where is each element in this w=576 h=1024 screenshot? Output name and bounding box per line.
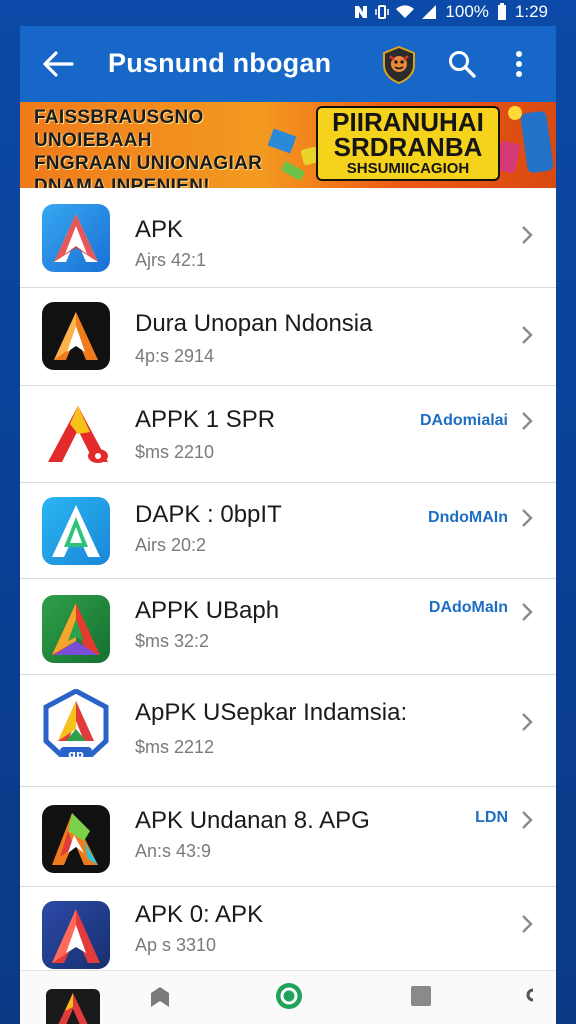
app-meta: $ms 2212 [135, 737, 215, 757]
app-name: DAPK : 0bpIT [135, 501, 282, 528]
apk-dark-orange-icon [42, 302, 110, 370]
clock: 1:29 [514, 2, 548, 21]
banner-deco-shape [495, 140, 521, 174]
list-item[interactable]: APPK UBaph $ms 32:2 DAdoMaIn [20, 579, 556, 675]
banner-deco-shape [508, 106, 522, 120]
list-item[interactable]: APK Undanan 8. APG An:s 43:9 LDN [20, 787, 556, 887]
search-icon[interactable] [448, 50, 476, 78]
page-title: Pusnund nbogan [108, 48, 332, 78]
chevron-right-icon [522, 326, 533, 344]
app-name: ApPK USepkar Indamsia: [135, 699, 408, 726]
bookmark-icon[interactable] [148, 985, 172, 1009]
apk-green-icon [42, 595, 110, 663]
app-bar: Pusnund nbogan [20, 26, 556, 102]
battery-icon [497, 3, 506, 20]
chevron-right-icon [522, 603, 533, 621]
battery-text: 100% [445, 2, 489, 21]
apk-cyan-green-icon [42, 497, 110, 565]
list-item[interactable]: ɑp ApPK USepkar Indamsia: $ms 2212 [20, 675, 556, 787]
app-name: APPK UBaph [135, 597, 280, 624]
banner-line: DNAMA INPENIEN! [34, 176, 210, 188]
list-item[interactable]: APPK 1 SPR $ms 2210 DAdomialai [20, 386, 556, 483]
status-bar: 100% 1:29 [0, 0, 576, 24]
app-icon[interactable] [46, 989, 100, 1024]
app-meta: Ap s 3310 [135, 935, 217, 955]
vibrate-icon [375, 5, 390, 19]
home-circle-icon[interactable] [274, 981, 304, 1011]
svg-text:ɑp: ɑp [68, 748, 84, 757]
app-window: Pusnund nbogan FAISSBRAUSGNO UNOIEBAAH F… [20, 26, 556, 1024]
list-item[interactable]: APK 0: APK Ap s 3310 [20, 887, 556, 977]
more-vert-icon[interactable] [514, 50, 524, 78]
chevron-right-icon [522, 811, 533, 829]
nfc-icon [355, 6, 368, 18]
chevron-right-icon [522, 412, 533, 430]
signal-icon [422, 5, 437, 19]
app-meta: Airs 20:2 [135, 535, 207, 555]
app-name: APK Undanan 8. APG [135, 807, 370, 834]
install-action-link[interactable]: DAdomialai [420, 412, 508, 430]
chevron-right-icon [522, 713, 533, 731]
bottom-nav [20, 970, 556, 1024]
badge-avatar-icon[interactable] [382, 46, 416, 84]
install-action-link[interactable]: DAdoMaIn [429, 599, 508, 617]
banner-phone-icon [519, 110, 555, 174]
banner-subline: SHSUMIICAGIOH [346, 160, 470, 177]
banner-left-text: FAISSBRAUSGNO UNOIEBAAH FNGRAAN UNIONAGI… [34, 106, 324, 188]
chevron-right-icon [522, 915, 533, 933]
app-name: APK [135, 216, 184, 243]
banner-headline-line: SRDRANBA [333, 132, 483, 162]
apk-blue-icon [42, 204, 110, 272]
square-icon[interactable] [410, 985, 432, 1007]
list-item[interactable]: APK Ajrs 42:1 [20, 188, 556, 288]
promo-banner[interactable]: FAISSBRAUSGNO UNOIEBAAH FNGRAAN UNIONAGI… [20, 102, 556, 188]
list-item[interactable]: Dura Unopan Ndonsia 4p:s 2914 [20, 288, 556, 386]
app-name: Dura Unopan Ndonsia [135, 310, 373, 337]
app-name: APK 0: APK [135, 901, 264, 928]
banner-line: FNGRAAN UNIONAGIAR [34, 153, 263, 174]
app-name: APPK 1 SPR [135, 406, 276, 433]
apk-black-multicolor-icon [42, 805, 110, 873]
status-icons [353, 4, 437, 20]
back-arrow-icon[interactable] [42, 50, 74, 78]
apk-red-yellow-icon [42, 400, 110, 468]
install-action-link[interactable]: DndoMAIn [428, 509, 508, 527]
wifi-icon [396, 5, 415, 18]
apk-navy-red-icon [42, 901, 110, 969]
chevron-right-icon [522, 226, 533, 244]
app-meta: $ms 2210 [135, 442, 215, 462]
app-meta: $ms 32:2 [135, 631, 210, 651]
settings-icon[interactable] [522, 985, 536, 1005]
chevron-right-icon [522, 509, 533, 527]
banner-headline: PIIRANUHAI SRDRANBA SHSUMIICAGIOH [318, 108, 498, 179]
install-action-link[interactable]: LDN [475, 809, 508, 827]
app-meta: An:s 43:9 [135, 841, 212, 861]
apk-shield-icon: ɑp [42, 689, 110, 757]
banner-line: FAISSBRAUSGNO UNOIEBAAH [34, 107, 204, 151]
app-meta: Ajrs 42:1 [135, 250, 207, 270]
list-item[interactable]: DAPK : 0bpIT Airs 20:2 DndoMAIn [20, 483, 556, 579]
app-meta: 4p:s 2914 [135, 346, 215, 366]
